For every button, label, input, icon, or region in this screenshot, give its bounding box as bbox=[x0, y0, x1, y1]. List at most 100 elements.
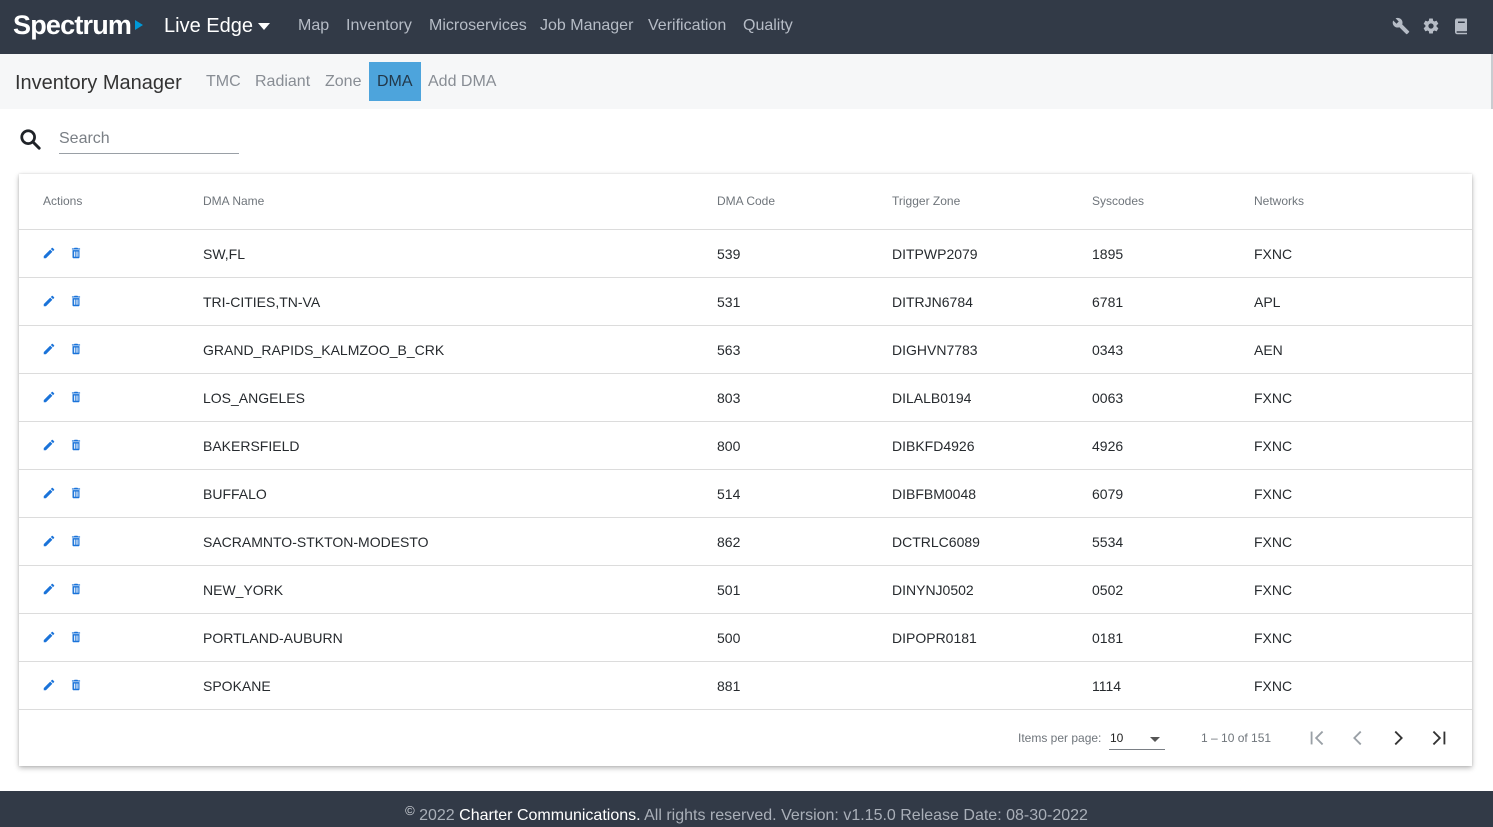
edit-icon[interactable] bbox=[42, 342, 56, 356]
search-input[interactable] bbox=[59, 125, 239, 154]
top-navbar: Spectrum Live Edge Map Inventory Microse… bbox=[0, 0, 1493, 54]
dma-code-cell: 531 bbox=[717, 294, 741, 310]
trigger-zone-cell: DILALB0194 bbox=[892, 390, 972, 406]
delete-icon[interactable] bbox=[69, 486, 83, 500]
table-row: SW,FL 539 DITPWP2079 1895 FXNC bbox=[19, 230, 1472, 278]
footer: © 2022 Charter Communications. All right… bbox=[0, 791, 1493, 827]
table-row: SPOKANE 881 1114 FXNC bbox=[19, 662, 1472, 710]
syscode-cell: 0181 bbox=[1092, 630, 1124, 646]
col-trigger-zone[interactable]: Trigger Zone bbox=[892, 194, 960, 208]
dma-code-cell: 803 bbox=[717, 390, 741, 406]
nav-verification[interactable]: Verification bbox=[648, 17, 726, 35]
network-cell: FXNC bbox=[1254, 486, 1293, 502]
network-cell: FXNC bbox=[1254, 246, 1293, 262]
tab-radiant[interactable]: Radiant bbox=[247, 62, 318, 101]
delete-icon[interactable] bbox=[69, 534, 83, 548]
dma-name-cell: SPOKANE bbox=[203, 678, 271, 694]
spectrum-logo[interactable]: Spectrum bbox=[13, 10, 132, 41]
syscode-cell: 6079 bbox=[1092, 486, 1124, 502]
table-row: GRAND_RAPIDS_KALMZOO_B_CRK 563 DIGHVN7783 0… bbox=[19, 326, 1472, 374]
dma-name-cell: PORTLAND-AUBURN bbox=[203, 630, 343, 646]
edit-icon[interactable] bbox=[42, 678, 56, 692]
app-title[interactable]: Live Edge bbox=[164, 15, 253, 38]
nav-microservices[interactable]: Microservices bbox=[429, 17, 527, 35]
dma-name-cell: NEW_YORK bbox=[203, 582, 284, 598]
dma-table-card: Actions DMA Name DMA Code Trigger Zone S… bbox=[19, 174, 1472, 766]
first-page-icon[interactable] bbox=[1307, 727, 1329, 749]
page-range: 1 – 10 of 151 bbox=[1201, 731, 1272, 745]
edit-icon[interactable] bbox=[42, 582, 56, 596]
edit-icon[interactable] bbox=[42, 630, 56, 644]
edit-icon[interactable] bbox=[42, 390, 56, 404]
edit-icon[interactable] bbox=[42, 294, 56, 308]
dma-name-cell: SACRAMNTO-STKTON-MODESTO bbox=[203, 534, 429, 550]
book-icon[interactable] bbox=[1452, 17, 1470, 35]
table-row: LOS_ANGELES 803 DILALB0194 0063 FXNC bbox=[19, 374, 1472, 422]
network-cell: FXNC bbox=[1254, 630, 1293, 646]
chevron-down-icon bbox=[1150, 737, 1160, 742]
network-cell: FXNC bbox=[1254, 534, 1293, 550]
app-menu-caret-icon[interactable] bbox=[258, 23, 270, 30]
syscode-cell: 4926 bbox=[1092, 438, 1124, 454]
dma-code-cell: 881 bbox=[717, 678, 741, 694]
delete-icon[interactable] bbox=[69, 342, 83, 356]
previous-page-icon[interactable] bbox=[1347, 727, 1369, 749]
edit-icon[interactable] bbox=[42, 438, 56, 452]
dma-code-cell: 501 bbox=[717, 582, 741, 598]
nav-map[interactable]: Map bbox=[298, 17, 329, 35]
table-row: BUFFALO 514 DIBFBM0048 6079 FXNC bbox=[19, 470, 1472, 518]
col-networks[interactable]: Networks bbox=[1254, 194, 1304, 208]
items-per-page-value: 10 bbox=[1110, 731, 1124, 745]
logo-arrow-icon bbox=[135, 20, 143, 30]
syscode-cell: 1895 bbox=[1092, 246, 1124, 262]
delete-icon[interactable] bbox=[69, 630, 83, 644]
dma-name-cell: LOS_ANGELES bbox=[203, 390, 305, 406]
dma-code-cell: 500 bbox=[717, 630, 741, 646]
delete-icon[interactable] bbox=[69, 390, 83, 404]
tab-tmc[interactable]: TMC bbox=[198, 62, 249, 101]
dma-name-cell: GRAND_RAPIDS_KALMZOO_B_CRK bbox=[203, 342, 445, 358]
gear-icon[interactable] bbox=[1422, 17, 1440, 35]
dma-code-cell: 563 bbox=[717, 342, 741, 358]
inventory-subheader: Inventory Manager TMC Radiant Zone DMA A… bbox=[0, 54, 1493, 109]
delete-icon[interactable] bbox=[69, 438, 83, 452]
dma-name-cell: BUFFALO bbox=[203, 486, 267, 502]
trigger-zone-cell: DITPWP2079 bbox=[892, 246, 978, 262]
syscode-cell: 0063 bbox=[1092, 390, 1124, 406]
search-icon bbox=[20, 129, 41, 150]
edit-icon[interactable] bbox=[42, 534, 56, 548]
copyright-symbol: © bbox=[405, 803, 415, 818]
trigger-zone-cell: DINYNJ0502 bbox=[892, 582, 974, 598]
nav-job-manager[interactable]: Job Manager bbox=[540, 17, 633, 35]
dma-code-cell: 514 bbox=[717, 486, 741, 502]
dma-code-cell: 800 bbox=[717, 438, 741, 454]
tab-zone[interactable]: Zone bbox=[317, 62, 369, 101]
delete-icon[interactable] bbox=[69, 294, 83, 308]
tab-add-dma[interactable]: Add DMA bbox=[420, 62, 504, 101]
dma-code-cell: 862 bbox=[717, 534, 741, 550]
items-per-page-select[interactable]: 10 bbox=[1109, 727, 1165, 750]
nav-quality[interactable]: Quality bbox=[743, 17, 793, 35]
syscode-cell: 0502 bbox=[1092, 582, 1124, 598]
col-syscodes[interactable]: Syscodes bbox=[1092, 194, 1144, 208]
col-dma-code[interactable]: DMA Code bbox=[717, 194, 775, 208]
page-title: Inventory Manager bbox=[15, 72, 182, 94]
last-page-icon[interactable] bbox=[1427, 727, 1449, 749]
nav-inventory[interactable]: Inventory bbox=[346, 17, 412, 35]
edit-icon[interactable] bbox=[42, 486, 56, 500]
next-page-icon[interactable] bbox=[1387, 727, 1409, 749]
wrench-icon[interactable] bbox=[1392, 17, 1410, 35]
col-dma-name[interactable]: DMA Name bbox=[203, 194, 264, 208]
edit-icon[interactable] bbox=[42, 246, 56, 260]
delete-icon[interactable] bbox=[69, 246, 83, 260]
footer-version: All rights reserved. Version: v1.15.0 Re… bbox=[644, 807, 1088, 824]
syscode-cell: 5534 bbox=[1092, 534, 1124, 550]
table-row: SACRAMNTO-STKTON-MODESTO 862 DCTRLC6089 553… bbox=[19, 518, 1472, 566]
network-cell: AEN bbox=[1254, 342, 1283, 358]
delete-icon[interactable] bbox=[69, 582, 83, 596]
dma-name-cell: TRI-CITIES,TN-VA bbox=[203, 294, 321, 310]
dma-name-cell: BAKERSFIELD bbox=[203, 438, 300, 454]
trigger-zone-cell: DITRJN6784 bbox=[892, 294, 973, 310]
delete-icon[interactable] bbox=[69, 678, 83, 692]
tab-dma[interactable]: DMA bbox=[369, 62, 421, 101]
